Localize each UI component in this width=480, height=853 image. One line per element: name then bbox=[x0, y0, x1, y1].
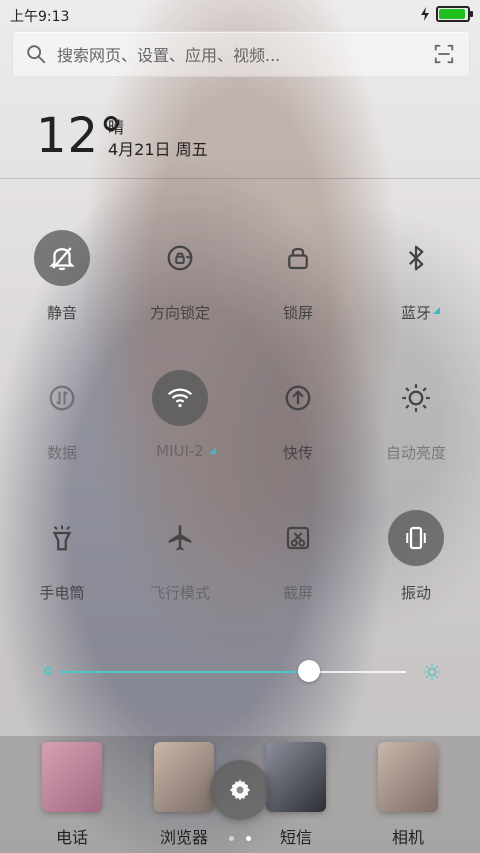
weather-widget[interactable]: 12° 晴 4月21日 周五 bbox=[36, 108, 476, 178]
settings-button[interactable] bbox=[210, 760, 270, 820]
mute-bell-icon bbox=[49, 247, 75, 271]
toggle-label: 振动 bbox=[400, 584, 431, 602]
toggle-circle bbox=[270, 230, 326, 286]
toggle-lock-screen[interactable]: 锁屏 bbox=[243, 230, 353, 330]
brightness-high-icon bbox=[423, 663, 441, 681]
toggle-circle bbox=[388, 370, 444, 426]
toggle-circle bbox=[34, 370, 90, 426]
scan-icon[interactable] bbox=[433, 43, 455, 65]
toggle-vibrate[interactable]: 振动 bbox=[361, 510, 471, 610]
battery-icon bbox=[436, 6, 473, 22]
weather-date: 4月21日 周五 bbox=[108, 140, 208, 159]
app-camera[interactable]: 相机 bbox=[368, 738, 448, 847]
brightness-low-icon bbox=[44, 667, 52, 675]
toggle-label: 静音 bbox=[46, 304, 77, 322]
toggle-circle bbox=[270, 370, 326, 426]
toggle-circle bbox=[152, 370, 208, 426]
gear-icon bbox=[229, 779, 251, 801]
bluetooth-icon bbox=[408, 245, 424, 271]
lock-icon bbox=[288, 247, 308, 270]
battery-fill bbox=[439, 9, 465, 19]
app-thumbnail bbox=[42, 742, 102, 812]
status-time: 上午9:13 bbox=[10, 9, 70, 25]
app-thumbnail bbox=[154, 742, 214, 812]
toggle-circle bbox=[152, 510, 208, 566]
share-arrow-icon bbox=[285, 385, 311, 411]
toggle-label: 快传 bbox=[282, 444, 313, 462]
status-bar: 上午9:13 bbox=[0, 0, 480, 28]
search-placeholder: 搜索网页、设置、应用、视频... bbox=[57, 46, 281, 65]
mobile-data-icon bbox=[49, 385, 75, 411]
toggle-circle bbox=[34, 510, 90, 566]
toggle-label: 飞行模式 bbox=[149, 584, 210, 602]
toggle-mobile-data[interactable]: 数据 bbox=[7, 370, 117, 470]
brightness-slider[interactable] bbox=[44, 660, 441, 684]
page-dot bbox=[245, 836, 251, 841]
toggle-label: 手电筒 bbox=[39, 584, 85, 602]
brightness-fill bbox=[60, 671, 310, 673]
search-icon bbox=[27, 45, 46, 64]
toggle-airplane[interactable]: 飞行模式 bbox=[125, 510, 235, 610]
brightness-auto-icon bbox=[402, 384, 430, 412]
toggle-label: 自动亮度 bbox=[385, 444, 446, 462]
toggle-label: 数据 bbox=[46, 444, 77, 462]
brightness-knob[interactable] bbox=[298, 660, 321, 682]
page-dot bbox=[229, 836, 235, 841]
toggle-share[interactable]: 快传 bbox=[243, 370, 353, 470]
toggle-circle bbox=[34, 230, 90, 286]
toggle-bluetooth[interactable]: 蓝牙 bbox=[361, 230, 471, 330]
app-phone[interactable]: 电话 bbox=[32, 738, 112, 847]
airplane-icon bbox=[168, 525, 192, 551]
toggle-label: 蓝牙 bbox=[400, 304, 431, 322]
toggle-circle bbox=[152, 230, 208, 286]
panel-divider bbox=[0, 178, 480, 179]
status-right bbox=[420, 6, 473, 22]
search-bar[interactable]: 搜索网页、设置、应用、视频... bbox=[12, 31, 470, 77]
wifi-icon bbox=[167, 388, 193, 408]
screenshot-icon bbox=[286, 526, 310, 550]
toggle-label: MIUI-2 bbox=[156, 442, 204, 460]
toggle-label: 方向锁定 bbox=[149, 304, 210, 322]
app-thumbnail bbox=[266, 742, 326, 812]
toggle-rotation-lock[interactable]: 方向锁定 bbox=[125, 230, 235, 330]
vibrate-icon bbox=[406, 526, 426, 550]
toggle-wifi[interactable]: MIUI-2 bbox=[125, 370, 235, 470]
toggle-circle bbox=[270, 510, 326, 566]
toggle-label: 锁屏 bbox=[282, 304, 313, 322]
toggle-mute[interactable]: 静音 bbox=[7, 230, 117, 330]
toggle-flashlight[interactable]: 手电筒 bbox=[7, 510, 117, 610]
weather-condition: 晴 bbox=[108, 118, 125, 137]
toggle-circle bbox=[388, 510, 444, 566]
rotation-lock-icon bbox=[167, 245, 193, 271]
expand-indicator bbox=[433, 307, 440, 314]
charging-bolt-icon bbox=[421, 7, 429, 21]
app-thumbnail bbox=[378, 742, 438, 812]
toggle-auto-brightness[interactable]: 自动亮度 bbox=[361, 370, 471, 470]
toggle-circle bbox=[388, 230, 444, 286]
toggle-label: 截屏 bbox=[282, 584, 313, 602]
page-indicator bbox=[0, 826, 480, 845]
flashlight-icon bbox=[52, 525, 72, 551]
toggle-screenshot[interactable]: 截屏 bbox=[243, 510, 353, 610]
expand-indicator bbox=[209, 447, 216, 454]
